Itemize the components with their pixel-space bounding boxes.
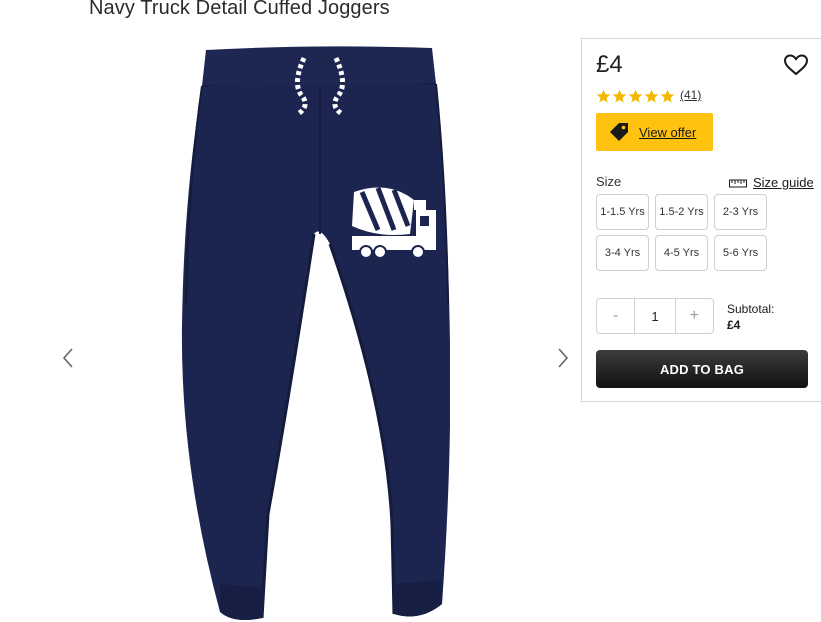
- price: £4: [596, 51, 623, 78]
- wishlist-button[interactable]: [783, 53, 809, 77]
- subtotal-label: Subtotal:: [727, 302, 775, 316]
- review-count-link[interactable]: (41): [680, 88, 701, 102]
- size-guide-link[interactable]: Size guide: [729, 175, 814, 190]
- size-option[interactable]: 3-4 Yrs: [596, 235, 649, 271]
- size-option[interactable]: 1-1.5 Yrs: [596, 194, 649, 230]
- view-offer-button[interactable]: View offer: [596, 113, 713, 151]
- size-option[interactable]: 5-6 Yrs: [714, 235, 767, 271]
- view-offer-label: View offer: [639, 124, 697, 140]
- gallery-prev-button[interactable]: [55, 345, 81, 371]
- quantity-value[interactable]: 1: [634, 299, 676, 333]
- rating-stars: [596, 89, 675, 104]
- star-icon: [660, 89, 675, 103]
- ruler-icon: [729, 179, 747, 187]
- size-option[interactable]: 1.5-2 Yrs: [655, 194, 708, 230]
- quantity-increase-button[interactable]: +: [676, 299, 713, 333]
- star-icon: [596, 89, 611, 103]
- star-icon: [612, 89, 627, 103]
- star-icon: [628, 89, 643, 103]
- quantity-stepper: - 1 +: [596, 298, 714, 334]
- size-label: Size: [596, 174, 622, 189]
- product-title: Navy Truck Detail Cuffed Joggers: [89, 0, 390, 19]
- quantity-decrease-button[interactable]: -: [597, 299, 634, 333]
- tag-icon: [610, 123, 628, 141]
- size-guide-label: Size guide: [753, 175, 814, 190]
- chevron-left-icon: [62, 348, 73, 368]
- star-icon: [644, 89, 659, 103]
- gallery-next-button[interactable]: [550, 345, 576, 371]
- product-gallery: [0, 30, 580, 622]
- subtotal: Subtotal: £4: [727, 301, 774, 333]
- chevron-right-icon: [558, 348, 569, 368]
- subtotal-value: £4: [727, 318, 741, 332]
- add-to-bag-button[interactable]: ADD TO BAG: [596, 350, 808, 388]
- product-image: [181, 46, 450, 620]
- purchase-panel: £4 (41) View offer Size Size guide 1-1.5…: [581, 38, 821, 402]
- size-option[interactable]: 2-3 Yrs: [714, 194, 767, 230]
- heart-icon: [783, 54, 809, 76]
- size-option[interactable]: 4-5 Yrs: [655, 235, 708, 271]
